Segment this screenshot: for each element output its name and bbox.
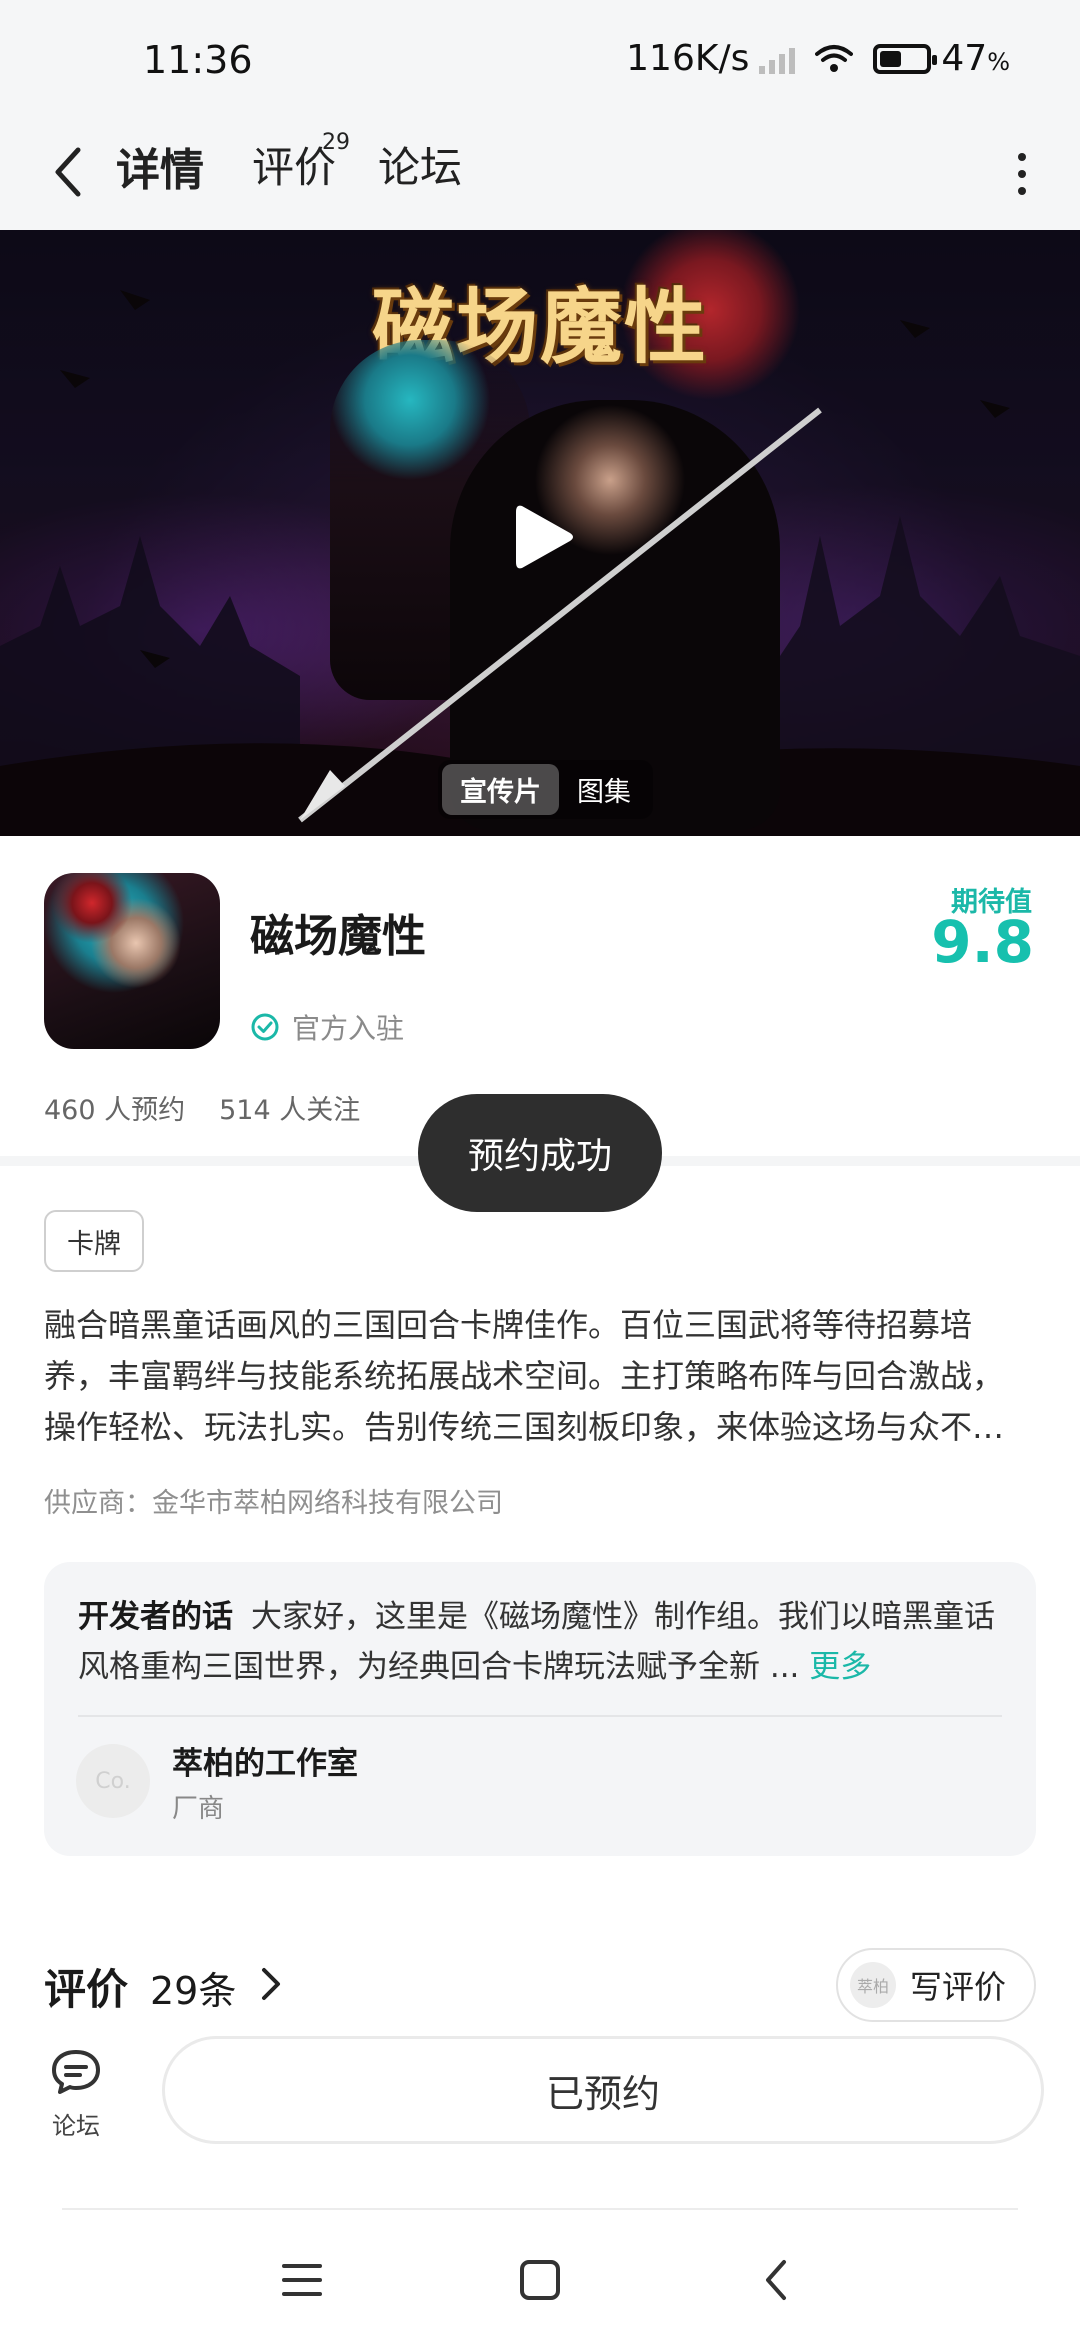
expect-value: 9.8 xyxy=(931,908,1034,976)
tab-forum[interactable]: 论坛 xyxy=(378,134,462,195)
description-line: 融合暗黑童话画风的三国回合卡牌佳作。百位三国武将等待招募培 xyxy=(44,1306,973,1344)
developer-note: 开发者的话 大家好，这里是《磁场魔性》制作组。我们以暗黑童话风格重构三国世界，为经… xyxy=(78,1592,1002,1692)
reviews-title[interactable]: 评价 xyxy=(44,1956,128,2017)
play-icon[interactable] xyxy=(514,502,574,572)
reviews-header: 评价 29条 萃柏 写评价 xyxy=(44,1948,1036,2028)
system-nav-bar xyxy=(0,2208,1080,2340)
write-review-label: 写评价 xyxy=(910,1968,1007,2006)
reserved-button[interactable]: 已预约 xyxy=(162,2036,1044,2144)
nav-divider xyxy=(62,2208,1018,2210)
card-divider xyxy=(78,1715,1002,1717)
developer-card: 开发者的话 大家好，这里是《磁场魔性》制作组。我们以暗黑童话风格重构三国世界，为经… xyxy=(44,1562,1036,1856)
supplier-info: 供应商：金华市萃柏网络科技有限公司 xyxy=(44,1488,503,1519)
status-bar: 11:36 116K/s 47% xyxy=(0,0,1080,120)
developer-name[interactable]: 萃柏的工作室 xyxy=(172,1738,358,1783)
developer-avatar[interactable]: Co. xyxy=(76,1744,150,1818)
battery-percent: 47% xyxy=(941,38,1010,79)
top-nav: 详情 评价 29 论坛 xyxy=(0,120,1080,230)
status-right: 116K/s 47% xyxy=(626,38,1010,79)
back-icon[interactable] xyxy=(748,2252,808,2308)
description-line: 养，丰富羁绊与技能系统拓展战术空间。主打策略布阵与回合激战， xyxy=(44,1357,1005,1395)
toast-message: 预约成功 xyxy=(418,1094,662,1212)
write-review-button[interactable]: 萃柏 写评价 xyxy=(836,1948,1036,2022)
menu-icon[interactable] xyxy=(272,2252,332,2308)
genre-tag[interactable]: 卡牌 xyxy=(44,1210,144,1272)
developer-note-title: 开发者的话 xyxy=(78,1599,233,1635)
wifi-icon xyxy=(815,44,854,72)
developer-role: 厂商 xyxy=(172,1794,225,1824)
promo-video[interactable]: 磁场魔性 宣传片 图集 xyxy=(0,230,1080,836)
user-avatar: 萃柏 xyxy=(850,1962,896,2008)
more-vertical-icon[interactable] xyxy=(1004,144,1040,204)
net-speed: 116K/s xyxy=(626,38,750,79)
bottom-action-bar: 论坛 已预约 xyxy=(0,2028,1080,2208)
follower-count: 514 人关注 xyxy=(219,1095,361,1126)
forum-label: 论坛 xyxy=(52,2112,100,2140)
battery-icon xyxy=(873,43,938,74)
status-time: 11:36 xyxy=(143,38,253,82)
official-badge: 官方入驻 xyxy=(250,1007,404,1047)
app-stats: 460 人预约 514 人关注 xyxy=(44,1088,360,1127)
developer-more-link[interactable]: 更多 xyxy=(809,1649,871,1685)
home-icon[interactable] xyxy=(510,2252,570,2308)
hero-media-tabs: 宣传片 图集 xyxy=(438,760,653,819)
check-circle-icon xyxy=(251,1013,279,1041)
signal-icon xyxy=(759,44,796,74)
tab-gallery[interactable]: 图集 xyxy=(559,764,649,815)
tab-trailer[interactable]: 宣传片 xyxy=(442,764,559,815)
forum-button[interactable]: 论坛 xyxy=(46,2046,106,2141)
app-name: 磁场魔性 xyxy=(250,911,426,962)
reviews-count[interactable]: 29条 xyxy=(150,1960,236,2015)
chevron-left-icon[interactable] xyxy=(48,142,88,202)
chat-bubble-icon xyxy=(52,2050,100,2094)
tab-details[interactable]: 详情 xyxy=(116,134,204,198)
reservation-count: 460 人预约 xyxy=(44,1095,186,1126)
official-label: 官方入驻 xyxy=(292,1012,405,1045)
tab-reviews-badge: 29 xyxy=(322,130,350,155)
chevron-right-icon[interactable] xyxy=(256,1964,286,2004)
game-description[interactable]: 融合暗黑童话画风的三国回合卡牌佳作。百位三国武将等待招募培 养，丰富羁绊与技能系… xyxy=(44,1300,1036,1453)
description-line: 操作轻松、玩法扎实。告别传统三国刻板印象，来体验这场与众不… xyxy=(44,1408,1005,1446)
app-icon xyxy=(44,873,220,1049)
